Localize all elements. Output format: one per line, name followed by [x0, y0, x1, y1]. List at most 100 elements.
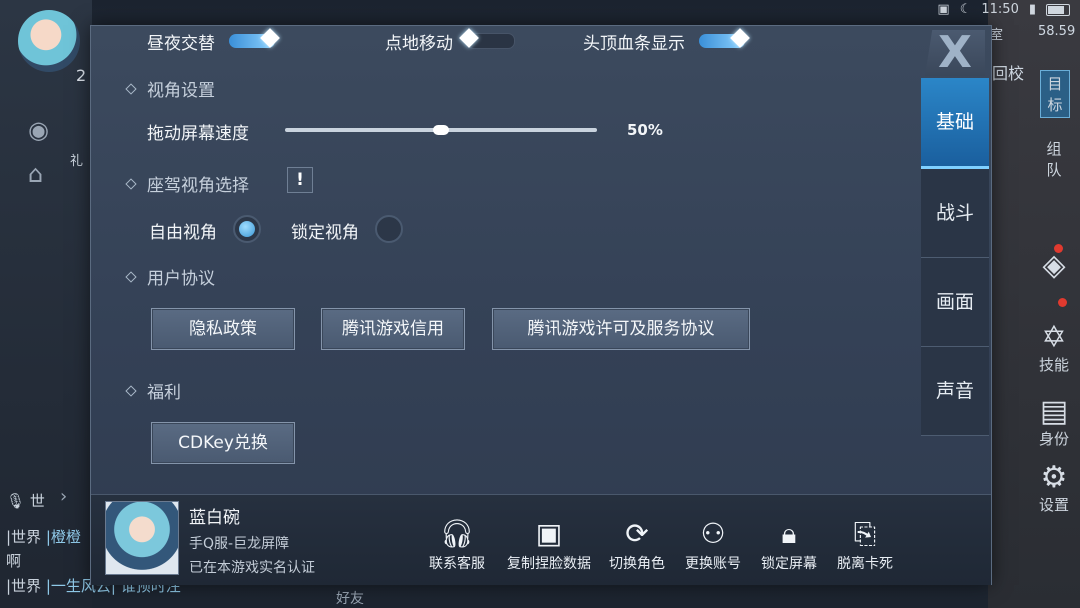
chat-channel: 世 — [29, 492, 45, 510]
toggle-switch[interactable] — [459, 28, 515, 49]
eye-icon[interactable]: ◉ — [28, 116, 49, 144]
lock-view-radio[interactable] — [375, 215, 403, 243]
target-label: 目标 — [1047, 75, 1063, 114]
close-icon: X — [938, 27, 972, 78]
slider-thumb[interactable] — [433, 125, 449, 135]
server-name: 手Q服-巨龙屏障 — [189, 536, 290, 552]
avatar[interactable] — [105, 501, 179, 575]
switch-user-icon: ⟳ — [625, 517, 649, 550]
contact-support-button[interactable]: 🎧︎ 联系客服 — [429, 519, 485, 573]
chat-text: |橙橙 — [45, 528, 81, 546]
hud-left-background — [0, 0, 92, 608]
section-view-settings: 视角设置 — [125, 76, 215, 101]
tab-sound[interactable]: 声音 — [921, 347, 989, 436]
friend-label[interactable]: 好友 — [336, 588, 364, 608]
player-avatar-hud[interactable] — [18, 10, 80, 72]
toggle-label: 头顶血条显示 — [583, 33, 685, 54]
privacy-policy-button[interactable]: 隐私政策 — [151, 308, 295, 350]
free-view-label: 自由视角 — [149, 223, 217, 243]
toggle-health-bar[interactable]: 头顶血条显示 — [583, 28, 750, 54]
settings-label: 设置 — [1038, 496, 1069, 514]
section-title-text: 座驾视角选择 — [147, 176, 249, 196]
exchange-icon[interactable]: ◈ — [1036, 250, 1072, 282]
save-icon: ▣ — [535, 517, 563, 550]
chat-channel-name: |世界 — [6, 528, 42, 546]
tab-combat[interactable]: 战斗 — [921, 169, 989, 258]
toggle-tap-move[interactable]: 点地移动 — [385, 28, 515, 54]
lock-view-label: 锁定视角 — [291, 223, 359, 243]
section-seat-view: 座驾视角选择 — [125, 171, 249, 196]
drag-speed-slider[interactable] — [285, 125, 597, 135]
settings-button[interactable]: ⚙ 设置 — [1036, 462, 1072, 515]
change-account-button[interactable]: ⚇ 更换账号 — [685, 519, 741, 573]
diamond-icon — [125, 270, 137, 283]
info-exclamation-icon[interactable]: ! — [287, 167, 313, 193]
verification-status: 已在本游戏实名认证 — [189, 560, 315, 576]
hud-counter: 58.59 — [1038, 24, 1076, 39]
close-button[interactable]: X — [925, 30, 985, 76]
diamond-icon — [125, 82, 137, 95]
section-title-text: 用户协议 — [147, 269, 215, 289]
chat-line: |世界 |橙橙 — [6, 526, 81, 547]
action-label: 更换账号 — [685, 556, 741, 572]
section-title-text: 视角设置 — [147, 81, 215, 101]
action-label: 联系客服 — [429, 556, 485, 572]
headset-icon: 🎧︎ — [439, 517, 475, 550]
lock-icon: 🔒︎ — [781, 517, 797, 550]
battery-icon — [1046, 3, 1070, 16]
copy-face-data-button[interactable]: ▣ 复制捏脸数据 — [507, 519, 591, 573]
identity-icon: ▤ — [1039, 394, 1069, 429]
game-credit-button[interactable]: 腾讯游戏信用 — [321, 308, 465, 350]
home-icon[interactable]: ⌂ — [28, 160, 43, 188]
skill-icon: ✡ — [1041, 320, 1067, 355]
switch-character-button[interactable]: ⟳ 切换角色 — [609, 519, 665, 573]
player-level: 2 — [76, 66, 87, 85]
account-icon: ⚇ — [700, 517, 726, 550]
diamond-icon — [125, 177, 137, 190]
diamond-icon — [125, 384, 137, 397]
section-welfare: 福利 — [125, 378, 181, 403]
cdkey-button[interactable]: CDKey兑换 — [151, 422, 295, 464]
toggle-label: 点地移动 — [385, 33, 453, 54]
clock-time: 11:50 — [981, 2, 1019, 17]
notification-dot — [1058, 298, 1067, 307]
lock-screen-button[interactable]: 🔒︎ 锁定屏幕 — [761, 519, 817, 573]
mic-icon: 🎙 — [6, 492, 26, 510]
settings-panel: 昼夜交替 点地移动 头顶血条显示 视角设置 拖动屏幕速度 50% 座驾视角选择 … — [90, 25, 992, 585]
license-agreement-button[interactable]: 腾讯游戏许可及服务协议 — [492, 308, 750, 350]
target-button[interactable]: 目标 — [1040, 70, 1070, 118]
identity-label: 身份 — [1038, 430, 1069, 448]
toggle-switch[interactable] — [699, 28, 750, 48]
chat-voice[interactable]: 🎙 世 — [6, 490, 45, 511]
gear-icon: ⚙ — [1040, 460, 1068, 495]
skill-button[interactable]: ✡ 技能 — [1036, 322, 1072, 375]
action-label: 复制捏脸数据 — [507, 556, 591, 572]
camera-icon: ▣ — [937, 2, 950, 17]
toggle-label: 昼夜交替 — [147, 33, 215, 54]
section-title-text: 福利 — [147, 383, 181, 403]
tab-graphics[interactable]: 画面 — [921, 258, 989, 347]
settings-content: 昼夜交替 点地移动 头顶血条显示 视角设置 拖动屏幕速度 50% 座驾视角选择 … — [91, 26, 921, 494]
hud-return-school[interactable]: 回校 — [992, 60, 1024, 84]
team-label: 组队 — [1046, 140, 1062, 179]
section-user-agreement: 用户协议 — [125, 264, 215, 289]
toggle-day-night[interactable]: 昼夜交替 — [147, 28, 280, 54]
tab-basic[interactable]: 基础 — [921, 78, 989, 169]
signal-icon: ▮ — [1028, 2, 1036, 17]
unstuck-button[interactable]: ⎘ 脱离卡死 — [837, 519, 893, 573]
moon-icon: ☾ — [959, 2, 972, 17]
chat-line: 啊 — [6, 550, 21, 571]
team-button[interactable]: 组队 — [1040, 138, 1068, 180]
action-label: 锁定屏幕 — [761, 556, 817, 572]
action-label: 切换角色 — [609, 556, 665, 572]
settings-tabs: 基础 战斗 画面 声音 — [921, 78, 989, 438]
chevron-right-icon[interactable]: › — [60, 486, 67, 507]
status-bar: ▣ ☾ 11:50 ▮ — [937, 2, 1070, 17]
exit-icon: ⎘ — [853, 517, 877, 550]
identity-button[interactable]: ▤ 身份 — [1036, 396, 1072, 449]
toggle-switch[interactable] — [229, 28, 280, 48]
drag-speed-label: 拖动屏幕速度 — [147, 124, 249, 144]
profile-footer: 蓝白碗 手Q服-巨龙屏障 已在本游戏实名认证 🎧︎ 联系客服 ▣ 复制捏脸数据 … — [91, 494, 991, 585]
action-label: 脱离卡死 — [837, 556, 893, 572]
free-view-radio[interactable] — [233, 215, 261, 243]
